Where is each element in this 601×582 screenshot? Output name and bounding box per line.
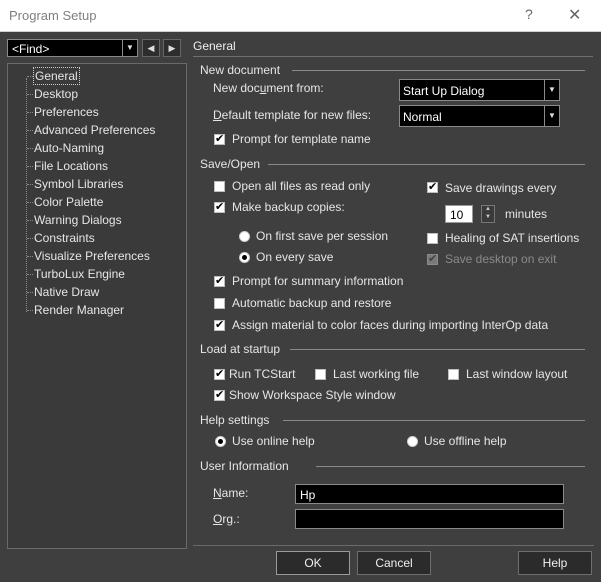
spin-up-icon[interactable]: ▲: [485, 206, 491, 212]
tree-item-preferences[interactable]: Preferences: [27, 104, 99, 120]
program-setup-window: Program Setup ? ✕ <Find> ▼ ◀ ▶ General D…: [0, 0, 601, 582]
last-working-file-checkbox[interactable]: [315, 369, 326, 380]
open-read-only-checkbox[interactable]: [214, 181, 225, 192]
name-value: Hp: [300, 488, 316, 502]
save-drawings-every-checkbox[interactable]: [427, 180, 438, 193]
category-tree[interactable]: General Desktop Preferences Advanced Pre…: [7, 63, 187, 549]
org-field[interactable]: [295, 509, 564, 529]
group-divider: [316, 466, 585, 467]
prompt-summary-checkbox[interactable]: [214, 274, 225, 287]
assign-material-checkbox[interactable]: [214, 318, 225, 331]
prompt-template-checkbox[interactable]: [214, 132, 225, 145]
save-desktop-checkbox: [427, 252, 438, 265]
prompt-summary-label: Prompt for summary information: [232, 274, 404, 288]
next-button[interactable]: ▶: [163, 39, 181, 57]
make-backup-label: Make backup copies:: [232, 200, 345, 214]
window-title: Program Setup: [9, 8, 97, 23]
online-help-radio[interactable]: [215, 436, 226, 447]
last-window-layout-checkbox[interactable]: [448, 369, 459, 380]
bottom-divider: [193, 545, 594, 546]
previous-button[interactable]: ◀: [142, 39, 160, 57]
name-label: Name:: [213, 486, 249, 500]
tree-item-auto-naming[interactable]: Auto-Naming: [26, 140, 104, 156]
panel-divider: [193, 56, 593, 57]
on-first-save-label: On first save per session: [256, 229, 389, 243]
group-save-open: Save/Open: [200, 157, 261, 171]
default-template-label: Default template for new files:: [213, 108, 372, 122]
find-value: <Find>: [12, 42, 50, 56]
last-working-file-label: Last working file: [333, 367, 420, 381]
tree-item-advanced-preferences[interactable]: Advanced Preferences: [26, 122, 155, 138]
healing-sat-checkbox[interactable]: [427, 233, 438, 244]
save-desktop-label: Save desktop on exit: [445, 252, 557, 266]
tree-item-turbolux-engine[interactable]: TurboLux Engine: [27, 266, 125, 282]
on-first-save-radio[interactable]: [239, 231, 250, 242]
assign-material-label: Assign material to color faces during im…: [232, 318, 549, 332]
tree-item-render-manager[interactable]: Render Manager: [26, 302, 124, 318]
org-label: Org.:: [213, 512, 240, 526]
offline-help-radio[interactable]: [407, 436, 418, 447]
make-backup-checkbox[interactable]: [214, 200, 225, 213]
tree-item-general[interactable]: General: [27, 67, 80, 85]
arrow-right-icon: ▶: [168, 43, 176, 53]
close-icon[interactable]: ✕: [568, 5, 581, 25]
spin-down-icon[interactable]: ▼: [485, 214, 491, 220]
offline-help-label: Use offline help: [424, 434, 507, 448]
group-help-settings: Help settings: [200, 413, 270, 427]
tree-item-color-palette[interactable]: Color Palette: [26, 194, 103, 210]
auto-backup-label: Automatic backup and restore: [232, 296, 392, 310]
chevron-down-icon[interactable]: ▼: [122, 40, 137, 56]
save-drawings-every-label: Save drawings every: [445, 181, 557, 195]
help-button[interactable]: Help: [518, 551, 592, 575]
group-divider: [268, 164, 585, 165]
chevron-down-icon[interactable]: ▼: [544, 106, 559, 126]
on-every-save-radio[interactable]: [239, 252, 250, 263]
group-divider: [292, 70, 585, 71]
show-workspace-checkbox[interactable]: [214, 388, 225, 401]
tree-item-native-draw[interactable]: Native Draw: [26, 284, 99, 300]
minutes-input[interactable]: 10: [445, 205, 473, 223]
arrow-left-icon: ◀: [147, 43, 155, 53]
show-workspace-label: Show Workspace Style window: [229, 388, 396, 402]
tree-item-visualize-preferences[interactable]: Visualize Preferences: [27, 248, 150, 264]
healing-sat-label: Healing of SAT insertions: [445, 231, 580, 245]
help-icon[interactable]: ?: [525, 6, 533, 22]
on-every-save-label: On every save: [256, 250, 334, 264]
auto-backup-checkbox[interactable]: [214, 298, 225, 309]
minutes-spinner[interactable]: ▲ ▼: [481, 205, 495, 223]
online-help-label: Use online help: [232, 434, 315, 448]
ok-button[interactable]: OK: [276, 551, 350, 575]
find-combobox[interactable]: <Find> ▼: [7, 39, 138, 57]
new-document-from-label: New document from:: [213, 81, 324, 95]
group-divider: [283, 420, 585, 421]
last-window-layout-label: Last window layout: [466, 367, 568, 381]
group-new-document: New document: [200, 63, 281, 77]
tree-item-desktop[interactable]: Desktop: [26, 86, 78, 102]
minutes-label: minutes: [505, 207, 548, 221]
run-tcstart-label: Run TCStart: [229, 367, 296, 381]
tree-connector: [26, 78, 27, 312]
tree-item-symbol-libraries[interactable]: Symbol Libraries: [26, 176, 123, 192]
tree-item-constraints[interactable]: Constraints: [27, 230, 95, 246]
name-field[interactable]: Hp: [295, 484, 564, 504]
default-template-select[interactable]: Normal ▼: [399, 105, 560, 127]
group-user-info: User Information: [200, 459, 289, 473]
new-document-from-select[interactable]: Start Up Dialog ▼: [399, 79, 560, 101]
default-template-value: Normal: [403, 110, 442, 124]
group-divider: [290, 349, 585, 350]
prompt-template-label: Prompt for template name: [232, 132, 371, 146]
new-document-from-value: Start Up Dialog: [403, 84, 485, 98]
minutes-value: 10: [450, 208, 464, 222]
group-load-startup: Load at startup: [200, 342, 281, 356]
chevron-down-icon[interactable]: ▼: [544, 80, 559, 100]
cancel-button[interactable]: Cancel: [357, 551, 431, 575]
open-read-only-label: Open all files as read only: [232, 179, 371, 193]
tree-item-warning-dialogs[interactable]: Warning Dialogs: [27, 212, 122, 228]
tree-item-file-locations[interactable]: File Locations: [26, 158, 108, 174]
run-tcstart-checkbox[interactable]: [214, 367, 225, 380]
panel-title: General: [193, 39, 236, 53]
title-bar: Program Setup ? ✕: [0, 0, 601, 32]
